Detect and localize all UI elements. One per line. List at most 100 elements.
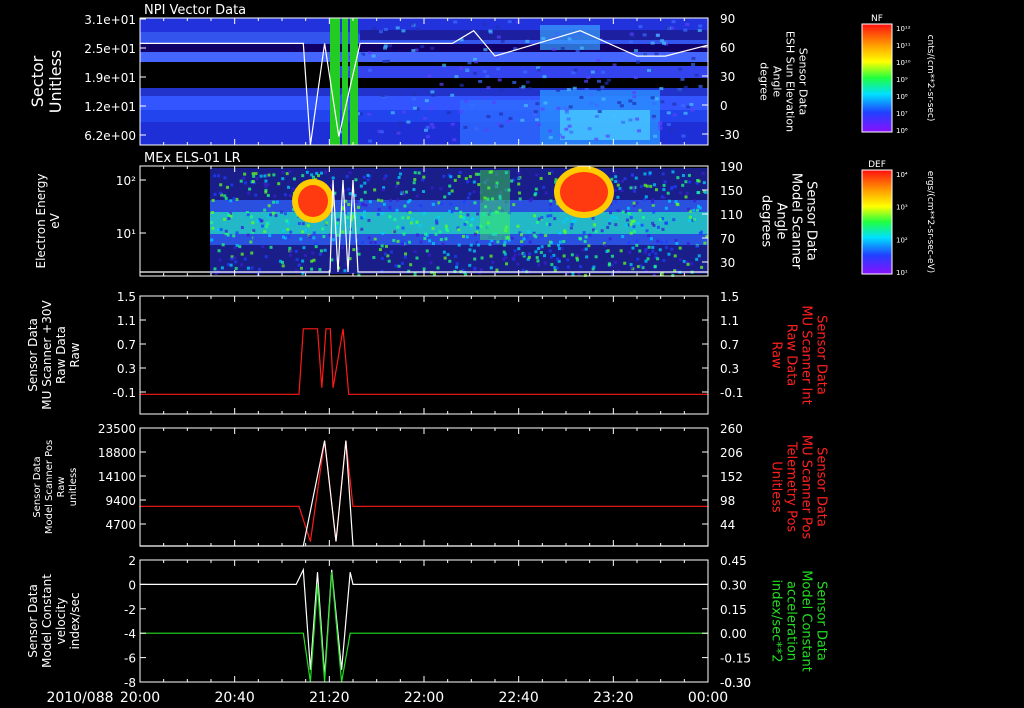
npi-pixel [540, 107, 545, 111]
left-tick-label: 2 [128, 554, 136, 568]
els-pixel [695, 208, 699, 212]
els-pixel [246, 266, 250, 270]
els-pixel [543, 254, 547, 258]
els-pixel [539, 233, 543, 237]
els-pixel [447, 192, 451, 196]
els-pixel [496, 240, 500, 244]
npi-pixel [485, 74, 490, 78]
els-pixel [656, 257, 660, 261]
npi-stripe [342, 18, 348, 145]
npi-pixel [660, 39, 665, 43]
els-pixel [583, 240, 587, 244]
els-pixel [364, 203, 368, 207]
npi-pixel [690, 108, 695, 112]
els-pixel [254, 193, 258, 197]
els-pixel [324, 170, 328, 174]
npi-pixel [666, 111, 671, 115]
els-pixel [562, 239, 566, 243]
els-pixel [549, 199, 553, 203]
npi-pixel [575, 49, 580, 53]
els-pixel [616, 209, 620, 213]
els-pixel [550, 170, 554, 174]
els-pixel [248, 187, 252, 191]
npi-pixel [569, 130, 574, 134]
right-axis-label-line: Model Scanner [789, 173, 804, 270]
els-pixel [439, 202, 443, 206]
els-pixel [255, 176, 259, 180]
els-pixel [623, 177, 627, 181]
els-pixel [458, 170, 462, 174]
els-pixel [444, 224, 448, 228]
npi-pixel [680, 77, 685, 81]
els-pixel [537, 247, 541, 251]
npi-pixel [518, 88, 523, 92]
els-pixel [662, 258, 666, 262]
left-axis-label-line: unitless [68, 468, 79, 507]
els-pixel [549, 214, 553, 218]
els-pixel [626, 206, 630, 210]
els-pixel [380, 244, 384, 248]
els-pixel [635, 239, 639, 243]
npi-pixel [463, 99, 468, 103]
els-pixel [308, 235, 312, 239]
npi-pixel [651, 114, 656, 118]
npi-pixel [584, 88, 589, 92]
els-pixel [479, 268, 483, 272]
els-pixel [549, 208, 553, 212]
left-tick-label: 6.2e+00 [84, 129, 136, 143]
els-pixel [542, 185, 546, 189]
els-pixel [674, 238, 678, 242]
npi-pixel [586, 76, 591, 80]
time-tick-label: 22:00 [404, 690, 444, 706]
els-pixel [301, 174, 305, 178]
els-pixel [687, 219, 691, 223]
npi-pixel [637, 129, 642, 133]
npi-pixel [564, 110, 569, 114]
els-pixel [588, 233, 592, 237]
els-pixel [678, 258, 682, 262]
els-pixel [676, 176, 680, 180]
els-pixel [463, 222, 467, 226]
els-pixel [396, 225, 400, 229]
els-pixel [544, 191, 548, 195]
els-pixel [549, 255, 553, 259]
els-pixel [401, 226, 405, 230]
els-pixel [312, 231, 316, 235]
els-pixel [530, 197, 534, 201]
left-axis-label: Sector Unitless [28, 50, 65, 114]
els-pixel [272, 173, 276, 177]
npi-pixel [401, 29, 406, 33]
npi-pixel [547, 129, 552, 133]
colorbar-label: NF [871, 14, 883, 24]
els-pixel [636, 265, 640, 269]
els-pixel [671, 170, 675, 174]
npi-pixel [697, 29, 702, 33]
stacked-time-series-plot: 3.1e+01 2.5e+01 1.9e+01 1.2e+01 6.2e+00 90 60 3… [26, 3, 935, 706]
els-pixel [656, 225, 660, 229]
els-pixel [389, 198, 393, 202]
colorbar-tick: 10² [896, 236, 908, 244]
els-pixel [397, 264, 401, 268]
els-pixel [579, 265, 583, 269]
right-axis-label: Sensor DataModel Constantaccelerationind… [769, 570, 829, 672]
npi-pixel [506, 119, 511, 123]
right-tick-label: 0.15 [720, 603, 747, 617]
els-pixel [323, 248, 327, 252]
els-pixel [229, 199, 233, 203]
npi-pixel [454, 75, 459, 79]
els-pixel [631, 246, 635, 250]
npi-pixel [670, 26, 675, 30]
npi-pixel [533, 110, 538, 114]
els-pixel [373, 188, 377, 192]
els-pixel [409, 221, 413, 225]
els-pixel [254, 172, 258, 176]
els-pixel [336, 218, 340, 222]
els-pixel [221, 243, 225, 247]
els-pixel [647, 234, 651, 238]
els-pixel [381, 212, 385, 216]
els-pixel [570, 253, 574, 257]
els-pixel [684, 180, 688, 184]
els-pixel [686, 242, 690, 246]
colorbar-tick: 10³ [896, 204, 908, 212]
npi-pixel [681, 103, 686, 107]
